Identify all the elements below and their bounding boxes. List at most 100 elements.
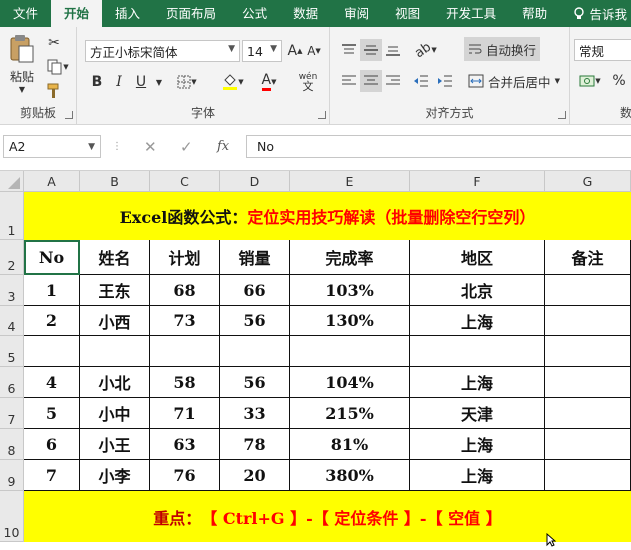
font-launcher-icon[interactable] [318,111,326,119]
increase-indent-button[interactable] [434,70,456,92]
table-cell[interactable]: 104% [290,367,410,398]
row-header-7[interactable]: 7 [0,398,24,429]
select-all-corner[interactable] [0,171,24,192]
name-box[interactable]: A2 ▼ [3,135,101,158]
italic-button[interactable]: I [109,71,129,93]
table-cell[interactable]: 6 [24,429,80,460]
header-cell[interactable]: 地区 [410,240,545,275]
column-header-d[interactable]: D [220,171,290,192]
tab-file[interactable]: 文件 [0,0,51,27]
table-cell[interactable] [545,275,631,306]
tab-data[interactable]: 数据 [280,0,331,27]
row-header-4[interactable]: 4 [0,306,24,336]
borders-button[interactable]: ▼ [173,71,201,93]
header-cell[interactable]: 备注 [545,240,631,275]
column-header-f[interactable]: F [410,171,545,192]
header-cell[interactable]: 销量 [220,240,290,275]
underline-dropdown[interactable]: ▼ [153,71,165,93]
table-cell[interactable]: 78 [220,429,290,460]
table-cell[interactable] [410,336,545,367]
table-cell[interactable]: 上海 [410,367,545,398]
column-header-b[interactable]: B [80,171,150,192]
tab-page-layout[interactable]: 页面布局 [153,0,229,27]
font-name-select[interactable]: 方正小标宋简体 ▼ [85,40,240,62]
paste-button[interactable]: 粘贴 ▼ [6,33,38,95]
phonetic-guide-button[interactable]: wén 文 [293,71,323,93]
row-header-6[interactable]: 6 [0,367,24,398]
table-cell[interactable]: 小北 [80,367,150,398]
table-cell[interactable] [545,367,631,398]
column-header-e[interactable]: E [290,171,410,192]
accounting-format-button[interactable]: ▼ [576,70,604,92]
table-cell[interactable] [545,460,631,491]
table-cell[interactable]: 2 [24,306,80,336]
table-cell[interactable]: 56 [220,367,290,398]
table-cell[interactable]: 56 [220,306,290,336]
table-cell[interactable] [545,336,631,367]
table-cell[interactable] [545,398,631,429]
column-header-c[interactable]: C [150,171,220,192]
decrease-font-size-button[interactable]: A ▼ [306,40,322,62]
tab-developer[interactable]: 开发工具 [433,0,509,27]
row-header-9[interactable]: 9 [0,460,24,491]
font-size-select[interactable]: 14 ▼ [242,40,282,62]
clipboard-launcher-icon[interactable] [65,111,73,119]
column-header-a[interactable]: A [24,171,80,192]
row-header-10[interactable]: 10 [0,491,24,542]
table-cell[interactable] [150,336,220,367]
tell-me-box[interactable]: 告诉我 [573,4,631,23]
table-cell[interactable]: 王东 [80,275,150,306]
underline-button[interactable]: U [131,71,151,93]
tab-insert[interactable]: 插入 [102,0,153,27]
table-cell[interactable]: 63 [150,429,220,460]
table-cell[interactable]: 7 [24,460,80,491]
table-cell[interactable]: 76 [150,460,220,491]
table-cell[interactable]: 5 [24,398,80,429]
table-cell[interactable]: 小中 [80,398,150,429]
bold-button[interactable]: B [87,71,107,93]
header-cell[interactable]: 计划 [150,240,220,275]
cut-button[interactable]: ✂ [44,33,64,53]
table-cell[interactable]: 小西 [80,306,150,336]
table-cell[interactable]: 66 [220,275,290,306]
table-cell[interactable] [545,429,631,460]
decrease-indent-button[interactable] [410,70,432,92]
insert-function-button[interactable]: fx [217,135,229,158]
table-cell[interactable]: 58 [150,367,220,398]
increase-font-size-button[interactable]: A ▲ [287,40,303,62]
table-cell[interactable] [220,336,290,367]
row-header-2[interactable]: 2 [0,240,24,275]
align-middle-button[interactable] [360,39,382,61]
sheet-title-banner[interactable]: Excel函数公式： 定位实用技巧解读（批量删除空行空列） [24,192,631,240]
table-cell[interactable]: 380% [290,460,410,491]
tab-home[interactable]: 开始 [51,0,103,27]
confirm-formula-button[interactable]: ✓ [180,135,193,158]
tab-review[interactable]: 审阅 [331,0,382,27]
table-cell[interactable] [80,336,150,367]
table-cell[interactable]: 1 [24,275,80,306]
row-header-1[interactable]: 1 [0,192,24,240]
wrap-text-button[interactable]: 自动换行 [464,37,540,61]
table-cell[interactable]: 33 [220,398,290,429]
tab-view[interactable]: 视图 [382,0,433,27]
table-cell[interactable]: 68 [150,275,220,306]
percent-style-button[interactable]: % [610,70,628,92]
copy-button[interactable]: ▼ [44,57,72,77]
tab-formulas[interactable]: 公式 [229,0,280,27]
table-cell[interactable]: 215% [290,398,410,429]
header-cell[interactable]: 完成率 [290,240,410,275]
align-top-button[interactable] [338,39,360,61]
table-cell[interactable]: 81% [290,429,410,460]
font-color-button[interactable]: A ▼ [253,71,285,93]
align-bottom-button[interactable] [382,39,404,61]
table-cell[interactable]: 上海 [410,306,545,336]
row-header-8[interactable]: 8 [0,429,24,460]
table-cell[interactable]: 上海 [410,429,545,460]
align-center-button[interactable] [360,70,382,92]
header-cell[interactable]: No [24,240,80,275]
cancel-formula-button[interactable]: ✕ [144,135,157,158]
row-header-3[interactable]: 3 [0,275,24,306]
table-cell[interactable]: 71 [150,398,220,429]
table-cell[interactable] [24,336,80,367]
table-cell[interactable]: 73 [150,306,220,336]
